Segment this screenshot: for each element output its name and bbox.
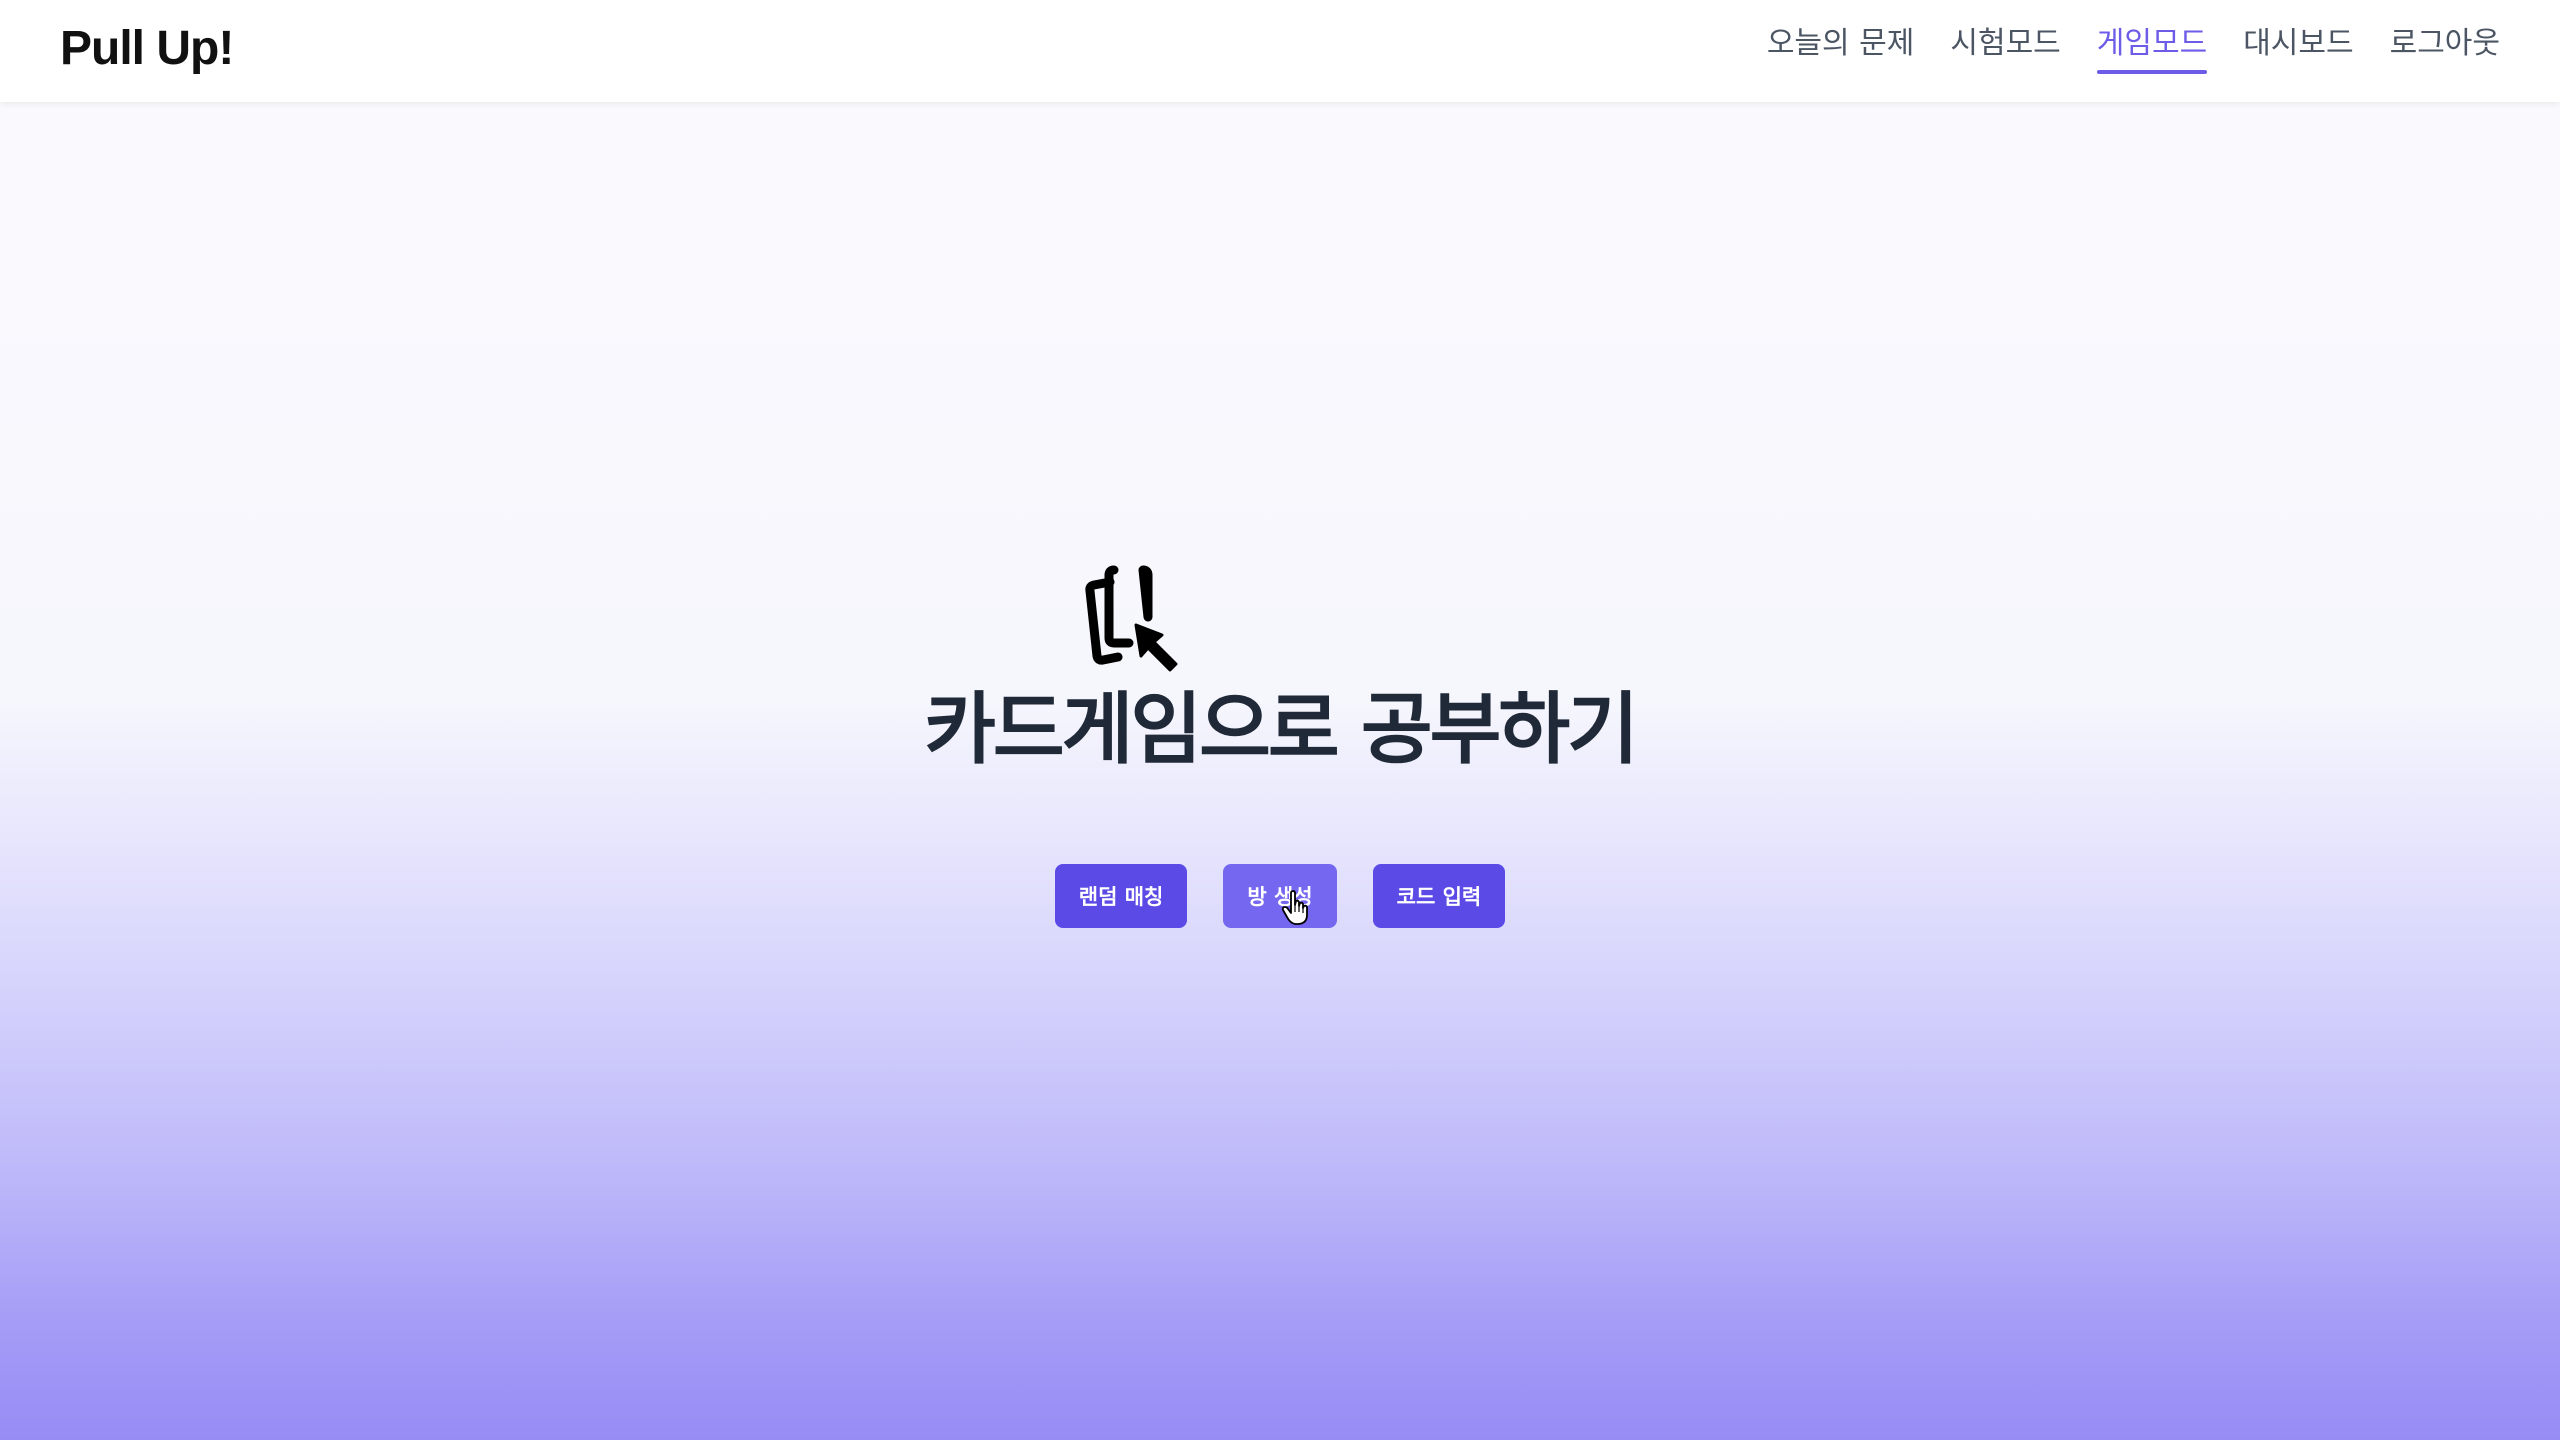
- top-navbar: Pull Up! 오늘의 문제 시험모드 게임모드 대시보드 로그아웃: [0, 0, 2560, 102]
- logo[interactable]: Pull Up!: [60, 18, 234, 80]
- game-mode-hero: 카드게임으로 공부하기 랜덤 매칭 방 생성 코드 입력: [0, 560, 2560, 929]
- page-title: 카드게임으로 공부하기: [924, 685, 1639, 775]
- enter-code-button[interactable]: 코드 입력: [1372, 864, 1506, 929]
- main-nav: 오늘의 문제 시험모드 게임모드 대시보드 로그아웃: [1767, 0, 2500, 92]
- nav-dashboard[interactable]: 대시보드: [2243, 24, 2353, 68]
- create-room-button[interactable]: 방 생성: [1223, 864, 1337, 929]
- nav-game-mode[interactable]: 게임모드: [2096, 24, 2208, 74]
- random-match-button[interactable]: 랜덤 매칭: [1054, 864, 1188, 929]
- nav-today-problem[interactable]: 오늘의 문제: [1767, 24, 1915, 68]
- nav-logout[interactable]: 로그아웃: [2390, 24, 2500, 68]
- action-buttons: 랜덤 매칭 방 생성 코드 입력: [1054, 864, 1506, 929]
- card-pointer-icon: [1085, 565, 1178, 672]
- create-room-label: 방 생성: [1247, 885, 1313, 910]
- nav-exam-mode[interactable]: 시험모드: [1950, 24, 2060, 68]
